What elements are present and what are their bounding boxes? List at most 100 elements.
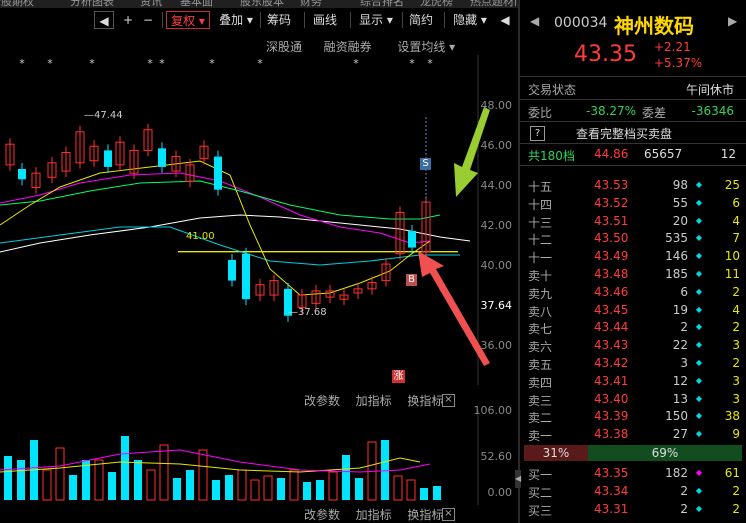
top-menu-item[interactable]: 基本面 xyxy=(180,0,213,8)
top-menu-item[interactable]: 个股资料 xyxy=(510,0,518,8)
top-menu-item[interactable]: 综合排名 xyxy=(360,0,404,8)
level-label: 卖六 xyxy=(528,340,553,355)
sell-signal-icon[interactable]: S xyxy=(420,158,431,170)
sell-level-row[interactable]: 卖九 43.46 6 ◆ 2 xyxy=(528,285,742,301)
top-menu-item[interactable]: 龙虎榜 xyxy=(420,0,453,8)
level-volume: 20 xyxy=(672,213,688,228)
level-label: 卖五 xyxy=(528,358,553,372)
draw-line-button[interactable]: 画线 xyxy=(310,11,340,29)
vol-tick: 106.00 xyxy=(473,404,513,417)
top-menu-item[interactable]: 热点题材 xyxy=(470,0,514,8)
add-indicator-link-2[interactable]: 加指标 xyxy=(356,508,392,522)
level-marker-icon: ◆ xyxy=(695,304,702,314)
sell-level-row[interactable]: 卖一 43.38 27 ◆ 9 xyxy=(528,427,742,443)
swap-indicator-link-2[interactable]: 换指标 xyxy=(407,508,443,522)
ma-settings-link[interactable]: 设置均线 ▾ xyxy=(397,40,455,54)
sell-level-row[interactable]: 卖二 43.39 150 ◆ 38 xyxy=(528,409,742,426)
back-icon[interactable]: ◀ xyxy=(94,11,114,29)
level-volume: 185 xyxy=(665,267,688,281)
volume-bar xyxy=(406,479,416,501)
chips-button[interactable]: 筹码 xyxy=(264,11,294,29)
level-volume: 12 xyxy=(672,373,688,388)
sell-level-row[interactable]: 十二 43.50 535 ◆ 7 xyxy=(528,231,742,247)
sell-level-row[interactable]: 十四 43.52 55 ◆ 6 xyxy=(528,196,742,212)
zoom-in-icon[interactable]: + xyxy=(120,11,136,29)
volume-bar xyxy=(316,480,324,500)
sell-ratio: 31% xyxy=(524,445,588,461)
sell-level-row[interactable]: 卖四 43.41 12 ◆ 3 xyxy=(528,373,742,390)
event-star-icon: * xyxy=(19,57,25,70)
support-line-label: 41.00 xyxy=(186,231,215,242)
next-stock-icon[interactable]: ▶ xyxy=(728,14,737,28)
level-marker-icon: ◆ xyxy=(695,429,702,439)
margin-link[interactable]: 融资融券 xyxy=(324,40,372,54)
buy-ratio-value: 69% xyxy=(651,446,679,460)
level-label: 十一 xyxy=(528,251,553,266)
candle-body xyxy=(104,150,112,167)
limit-up-icon[interactable]: 涨 xyxy=(392,370,405,383)
full-book-button[interactable]: 查看完整档买卖盘 xyxy=(576,125,672,142)
close-icon-2[interactable]: × xyxy=(442,508,455,521)
prev-stock-icon[interactable]: ◀ xyxy=(530,14,539,28)
level-orders: 2 xyxy=(732,501,740,516)
candlestick-chart[interactable]: * * * * * * * * * * 48.00 46.00 44.00 42.00 40.00… xyxy=(0,55,518,385)
level-marker-icon: ◆ xyxy=(695,322,702,332)
volume-bar xyxy=(134,460,142,500)
more-icon[interactable]: ◀ xyxy=(496,11,514,29)
trade-status-label: 交易状态 xyxy=(528,83,577,97)
top-menu-item[interactable]: 股东股本 xyxy=(240,0,284,8)
sell-level-row[interactable]: 十五 43.53 98 ◆ 25 xyxy=(528,178,742,194)
top-menu-item[interactable]: 分析图表 xyxy=(70,0,114,8)
help-icon[interactable]: ? xyxy=(530,126,545,141)
current-price-tick: 37.64 xyxy=(480,299,513,312)
volume-chart[interactable]: 106.00 52.60 0.00 xyxy=(0,404,518,505)
level-label: 卖二 xyxy=(528,411,553,426)
sell-level-row[interactable]: 卖三 43.40 13 ◆ 3 xyxy=(528,391,742,408)
top-menu-item[interactable]: 资讯 xyxy=(140,0,162,8)
level-volume: 2 xyxy=(680,320,688,335)
sell-level-row[interactable]: 卖八 43.45 19 ◆ 4 xyxy=(528,303,742,319)
volume-bar xyxy=(42,469,52,501)
y-tick: 36.00 xyxy=(480,339,513,352)
sell-level-row[interactable]: 十一 43.49 146 ◆ 10 xyxy=(528,249,742,266)
edit-params-link-2[interactable]: 改参数 xyxy=(304,508,340,522)
level-marker-icon: ◆ xyxy=(695,251,702,261)
sell-level-row[interactable]: 卖七 43.44 2 ◆ 2 xyxy=(528,320,742,336)
level-price: 43.40 xyxy=(594,391,629,406)
sub-panel-header-2: 改参数 加指标 换指标 xyxy=(304,506,443,523)
top-menu-item[interactable]: 财务 xyxy=(300,0,322,8)
vol-tick: 52.60 xyxy=(480,450,513,463)
level-volume: 2 xyxy=(680,501,688,516)
buy-level-row[interactable]: 买二 43.34 2 ◆ 2 xyxy=(528,483,742,500)
panel-collapse-icon[interactable]: ◀ xyxy=(515,470,521,488)
add-indicator-link[interactable]: 加指标 xyxy=(356,394,392,408)
simple-button[interactable]: 简约 xyxy=(406,11,436,29)
volume-bar xyxy=(186,470,194,500)
level-marker-icon: ◆ xyxy=(695,485,702,495)
buy-level-row[interactable]: 买三 43.31 2 ◆ 2 xyxy=(528,501,742,518)
high-value: 47.44 xyxy=(94,110,123,121)
swap-indicator-link[interactable]: 换指标 xyxy=(407,394,443,408)
level-marker-icon: ◆ xyxy=(695,358,702,367)
level-price: 43.35 xyxy=(594,466,629,480)
level-price: 43.34 xyxy=(594,483,629,498)
hk-connect-link[interactable]: 深股通 xyxy=(266,40,302,54)
hide-button[interactable]: 隐藏 ▾ xyxy=(448,11,492,29)
edit-params-link[interactable]: 改参数 xyxy=(304,394,340,408)
close-icon[interactable]: × xyxy=(442,394,455,407)
sell-level-row[interactable]: 卖六 43.43 22 ◆ 3 xyxy=(528,338,742,355)
display-button[interactable]: 显示 ▾ xyxy=(354,11,398,29)
chart-toolbar: ◀ + − 复权 ▾ 叠加 ▾ 筹码 画线 显示 ▾ 简约 隐藏 ▾ ◀ xyxy=(0,8,518,32)
buy-level-row[interactable]: 买一 43.35 182 ◆ 61 xyxy=(528,466,742,482)
volume-bar xyxy=(173,478,181,500)
sell-level-row[interactable]: 卖十 43.48 185 ◆ 11 xyxy=(528,267,742,283)
sell-level-row[interactable]: 卖五 43.42 3 ◆ 2 xyxy=(528,356,742,372)
overlay-button[interactable]: 叠加 ▾ xyxy=(214,11,258,29)
buy-signal-icon[interactable]: B xyxy=(406,274,417,286)
sell-level-row[interactable]: 十三 43.51 20 ◆ 4 xyxy=(528,213,742,230)
book-summary-price: 44.86 xyxy=(594,147,629,161)
fuquan-button[interactable]: 复权 ▾ xyxy=(166,11,210,29)
zoom-out-icon[interactable]: − xyxy=(140,11,156,29)
top-menu-item[interactable]: 个股期权 xyxy=(0,0,34,8)
level-price: 43.42 xyxy=(594,356,629,370)
